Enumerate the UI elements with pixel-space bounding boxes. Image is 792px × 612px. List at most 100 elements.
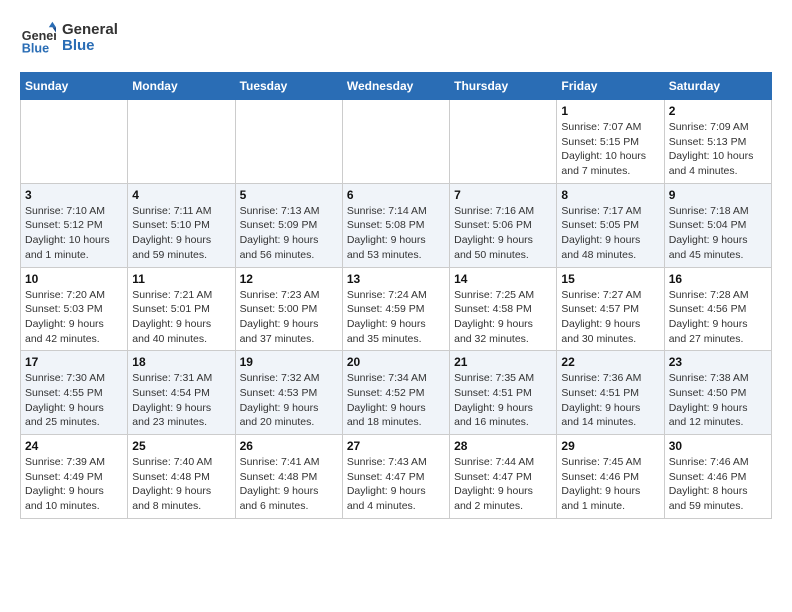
calendar-cell: 24 Sunrise: 7:39 AM Sunset: 4:49 PM Dayli…: [21, 435, 128, 519]
calendar-cell: 19 Sunrise: 7:32 AM Sunset: 4:53 PM Dayli…: [235, 351, 342, 435]
day-number: 4: [132, 188, 230, 202]
day-number: 6: [347, 188, 445, 202]
day-info: Sunrise: 7:45 AM Sunset: 4:46 PM Dayligh…: [561, 455, 659, 514]
day-info: Sunrise: 7:32 AM Sunset: 4:53 PM Dayligh…: [240, 371, 338, 430]
calendar-cell: 22Sunrise: 7:36 AM Sunset: 4:51 PM Dayli…: [557, 351, 664, 435]
day-info: Sunrise: 7:38 AM Sunset: 4:50 PM Dayligh…: [669, 371, 767, 430]
day-number: 9: [669, 188, 767, 202]
col-header-monday: Monday: [128, 73, 235, 100]
day-number: 30: [669, 439, 767, 453]
day-number: 27: [347, 439, 445, 453]
calendar-cell: 17 Sunrise: 7:30 AM Sunset: 4:55 PM Dayli…: [21, 351, 128, 435]
calendar-cell: 16Sunrise: 7:28 AM Sunset: 4:56 PM Dayli…: [664, 267, 771, 351]
day-info: Sunrise: 7:16 AM Sunset: 5:06 PM Dayligh…: [454, 204, 552, 263]
day-info: Sunrise: 7:35 AM Sunset: 4:51 PM Dayligh…: [454, 371, 552, 430]
calendar-cell: 23 Sunrise: 7:38 AM Sunset: 4:50 PM Dayli…: [664, 351, 771, 435]
calendar-cell: 3 Sunrise: 7:10 AM Sunset: 5:12 PM Daylig…: [21, 183, 128, 267]
day-number: 5: [240, 188, 338, 202]
col-header-saturday: Saturday: [664, 73, 771, 100]
calendar-cell: 12 Sunrise: 7:23 AM Sunset: 5:00 PM Dayli…: [235, 267, 342, 351]
calendar-cell: 10 Sunrise: 7:20 AM Sunset: 5:03 PM Dayli…: [21, 267, 128, 351]
day-number: 12: [240, 272, 338, 286]
day-info: Sunrise: 7:07 AM Sunset: 5:15 PM Dayligh…: [561, 120, 659, 179]
calendar-cell: [450, 100, 557, 184]
logo-text-blue: Blue: [62, 38, 118, 55]
day-info: Sunrise: 7:24 AM Sunset: 4:59 PM Dayligh…: [347, 288, 445, 347]
day-info: Sunrise: 7:21 AM Sunset: 5:01 PM Dayligh…: [132, 288, 230, 347]
day-info: Sunrise: 7:13 AM Sunset: 5:09 PM Dayligh…: [240, 204, 338, 263]
day-info: Sunrise: 7:14 AM Sunset: 5:08 PM Dayligh…: [347, 204, 445, 263]
day-number: 29: [561, 439, 659, 453]
calendar-cell: 4 Sunrise: 7:11 AM Sunset: 5:10 PM Daylig…: [128, 183, 235, 267]
day-number: 18: [132, 355, 230, 369]
day-number: 19: [240, 355, 338, 369]
day-number: 25: [132, 439, 230, 453]
day-info: Sunrise: 7:23 AM Sunset: 5:00 PM Dayligh…: [240, 288, 338, 347]
day-info: Sunrise: 7:11 AM Sunset: 5:10 PM Dayligh…: [132, 204, 230, 263]
day-info: Sunrise: 7:28 AM Sunset: 4:56 PM Dayligh…: [669, 288, 767, 347]
day-number: 11: [132, 272, 230, 286]
day-info: Sunrise: 7:44 AM Sunset: 4:47 PM Dayligh…: [454, 455, 552, 514]
calendar-cell: 1 Sunrise: 7:07 AM Sunset: 5:15 PM Daylig…: [557, 100, 664, 184]
day-info: Sunrise: 7:30 AM Sunset: 4:55 PM Dayligh…: [25, 371, 123, 430]
calendar-cell: 20 Sunrise: 7:34 AM Sunset: 4:52 PM Dayli…: [342, 351, 449, 435]
day-info: Sunrise: 7:18 AM Sunset: 5:04 PM Dayligh…: [669, 204, 767, 263]
calendar-cell: 13 Sunrise: 7:24 AM Sunset: 4:59 PM Dayli…: [342, 267, 449, 351]
calendar-header-row: SundayMondayTuesdayWednesdayThursdayFrid…: [21, 73, 772, 100]
logo-icon: General Blue: [20, 20, 56, 56]
day-number: 15: [561, 272, 659, 286]
calendar-cell: 15 Sunrise: 7:27 AM Sunset: 4:57 PM Dayli…: [557, 267, 664, 351]
day-info: Sunrise: 7:31 AM Sunset: 4:54 PM Dayligh…: [132, 371, 230, 430]
day-number: 10: [25, 272, 123, 286]
day-number: 3: [25, 188, 123, 202]
calendar-week-row: 17 Sunrise: 7:30 AM Sunset: 4:55 PM Dayli…: [21, 351, 772, 435]
calendar-cell: 9 Sunrise: 7:18 AM Sunset: 5:04 PM Daylig…: [664, 183, 771, 267]
day-number: 20: [347, 355, 445, 369]
calendar-cell: 28Sunrise: 7:44 AM Sunset: 4:47 PM Dayli…: [450, 435, 557, 519]
day-number: 26: [240, 439, 338, 453]
day-number: 24: [25, 439, 123, 453]
day-info: Sunrise: 7:41 AM Sunset: 4:48 PM Dayligh…: [240, 455, 338, 514]
calendar-week-row: 1 Sunrise: 7:07 AM Sunset: 5:15 PM Daylig…: [21, 100, 772, 184]
day-number: 2: [669, 104, 767, 118]
calendar-week-row: 3 Sunrise: 7:10 AM Sunset: 5:12 PM Daylig…: [21, 183, 772, 267]
calendar-cell: 18 Sunrise: 7:31 AM Sunset: 4:54 PM Dayli…: [128, 351, 235, 435]
col-header-thursday: Thursday: [450, 73, 557, 100]
day-info: Sunrise: 7:17 AM Sunset: 5:05 PM Dayligh…: [561, 204, 659, 263]
day-info: Sunrise: 7:34 AM Sunset: 4:52 PM Dayligh…: [347, 371, 445, 430]
logo-text-general: General: [62, 22, 118, 39]
day-info: Sunrise: 7:39 AM Sunset: 4:49 PM Dayligh…: [25, 455, 123, 514]
day-number: 21: [454, 355, 552, 369]
day-number: 7: [454, 188, 552, 202]
day-info: Sunrise: 7:09 AM Sunset: 5:13 PM Dayligh…: [669, 120, 767, 179]
logo: General Blue General Blue: [20, 20, 118, 56]
day-number: 1: [561, 104, 659, 118]
calendar-cell: [342, 100, 449, 184]
day-info: Sunrise: 7:46 AM Sunset: 4:46 PM Dayligh…: [669, 455, 767, 514]
day-info: Sunrise: 7:20 AM Sunset: 5:03 PM Dayligh…: [25, 288, 123, 347]
day-info: Sunrise: 7:40 AM Sunset: 4:48 PM Dayligh…: [132, 455, 230, 514]
calendar-cell: [128, 100, 235, 184]
col-header-sunday: Sunday: [21, 73, 128, 100]
calendar-cell: 27Sunrise: 7:43 AM Sunset: 4:47 PM Dayli…: [342, 435, 449, 519]
calendar-week-row: 24 Sunrise: 7:39 AM Sunset: 4:49 PM Dayli…: [21, 435, 772, 519]
day-number: 17: [25, 355, 123, 369]
calendar-cell: 26 Sunrise: 7:41 AM Sunset: 4:48 PM Dayli…: [235, 435, 342, 519]
day-info: Sunrise: 7:27 AM Sunset: 4:57 PM Dayligh…: [561, 288, 659, 347]
calendar-cell: 8 Sunrise: 7:17 AM Sunset: 5:05 PM Daylig…: [557, 183, 664, 267]
day-info: Sunrise: 7:25 AM Sunset: 4:58 PM Dayligh…: [454, 288, 552, 347]
day-number: 13: [347, 272, 445, 286]
svg-text:Blue: Blue: [22, 41, 49, 55]
calendar-table: SundayMondayTuesdayWednesdayThursdayFrid…: [20, 72, 772, 519]
calendar-week-row: 10 Sunrise: 7:20 AM Sunset: 5:03 PM Dayli…: [21, 267, 772, 351]
day-number: 8: [561, 188, 659, 202]
calendar-cell: [21, 100, 128, 184]
calendar-cell: [235, 100, 342, 184]
day-number: 23: [669, 355, 767, 369]
day-number: 22: [561, 355, 659, 369]
day-info: Sunrise: 7:10 AM Sunset: 5:12 PM Dayligh…: [25, 204, 123, 263]
calendar-cell: 2 Sunrise: 7:09 AM Sunset: 5:13 PM Daylig…: [664, 100, 771, 184]
calendar-cell: 5 Sunrise: 7:13 AM Sunset: 5:09 PM Daylig…: [235, 183, 342, 267]
col-header-friday: Friday: [557, 73, 664, 100]
calendar-cell: 30 Sunrise: 7:46 AM Sunset: 4:46 PM Dayli…: [664, 435, 771, 519]
